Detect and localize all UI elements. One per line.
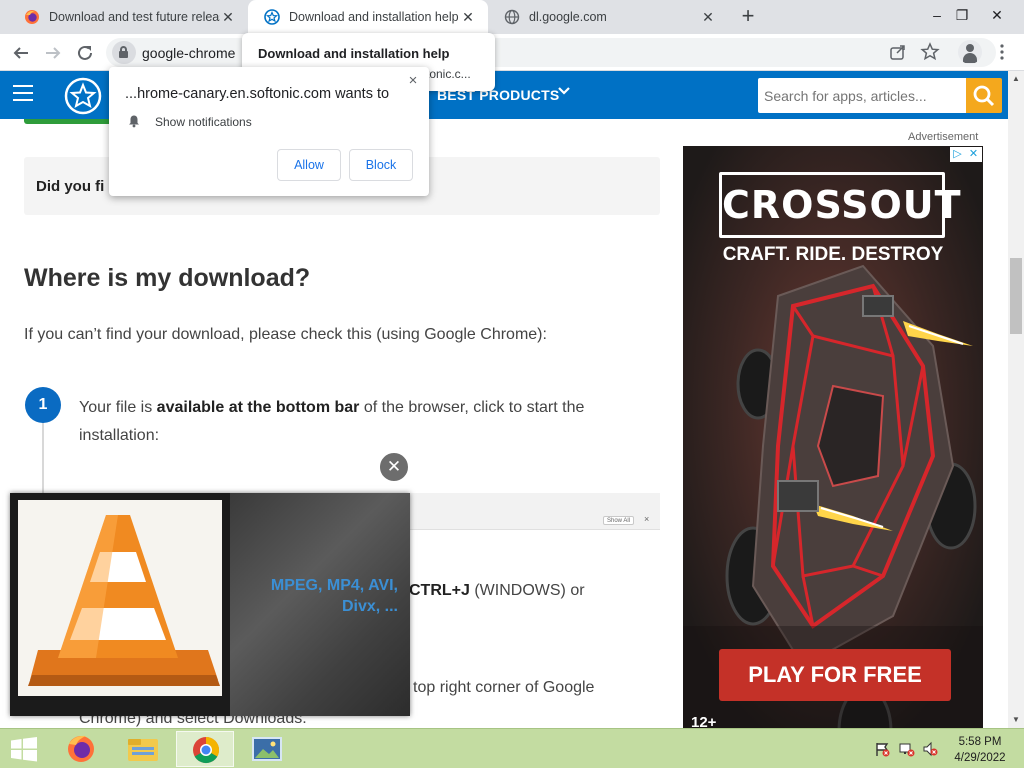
site-search-input[interactable] <box>758 78 966 113</box>
share-icon[interactable] <box>887 41 909 63</box>
maximize-button[interactable]: ❐ <box>945 0 979 34</box>
menu-location-text: top right corner of Google <box>413 679 595 696</box>
scrollbar-thumb[interactable] <box>1010 258 1022 334</box>
taskbar-chrome[interactable] <box>176 731 234 767</box>
tab-title: dl.google.com <box>529 10 607 24</box>
intro-paragraph: If you can’t find your download, please … <box>24 326 547 343</box>
taskbar-file-explorer[interactable] <box>114 731 172 767</box>
permission-text: Show notifications <box>155 115 252 129</box>
more-menu-icon[interactable] <box>991 41 1013 63</box>
hover-card-domain: tonic.c... <box>426 67 471 81</box>
lock-icon[interactable] <box>112 41 136 64</box>
download-bar-illustration: Show All × <box>408 493 660 530</box>
close-icon: × <box>644 514 650 524</box>
close-window-button[interactable]: ✕ <box>980 0 1014 34</box>
allow-button[interactable]: Allow <box>277 149 341 181</box>
softonic-icon <box>264 9 280 25</box>
tab-dl-google[interactable]: dl.google.com ✕ <box>488 0 728 34</box>
search-icon <box>973 85 995 107</box>
block-button[interactable]: Block <box>349 149 413 181</box>
address-bar[interactable]: google-chrome <box>106 38 996 67</box>
adchoices-badge[interactable]: ▷ ✕ <box>950 147 982 162</box>
search-button[interactable] <box>966 78 1002 113</box>
tab-download-help[interactable]: Download and installation help ✕ <box>248 0 488 34</box>
vlc-cone-image <box>18 500 222 696</box>
step-number-badge: 1 <box>25 387 61 423</box>
scroll-up-arrow-icon[interactable]: ▲ <box>1008 71 1024 87</box>
chevron-down-icon[interactable] <box>556 83 572 99</box>
tab-close-icon[interactable]: ✕ <box>220 9 236 25</box>
bell-icon <box>127 114 141 128</box>
windows-start-icon[interactable] <box>10 737 38 762</box>
show-all-button: Show All <box>603 516 635 525</box>
network-icon[interactable] <box>899 741 915 757</box>
system-clock[interactable]: 5:58 PM 4/29/2022 <box>950 734 1010 766</box>
ad-tagline: CRAFT. RIDE. DESTROY <box>722 244 944 265</box>
new-tab-button[interactable]: + <box>736 5 760 29</box>
profile-avatar-icon[interactable] <box>958 40 982 64</box>
crossout-logo: CROSSOUT <box>719 172 961 238</box>
globe-icon <box>504 9 520 25</box>
tab-strip: Download and test future releases ✕ Down… <box>0 0 1024 34</box>
ad-close-icon[interactable]: ✕ <box>966 147 981 162</box>
adchoices-icon[interactable]: ▷ <box>950 147 965 162</box>
back-arrow-icon[interactable] <box>8 40 34 66</box>
taskbar-firefox[interactable] <box>52 731 110 767</box>
prompt-title: ...hrome-canary.en.softonic.com wants to <box>125 86 390 102</box>
hover-card-title: Download and installation help <box>258 46 450 61</box>
did-you-find-text: Did you fi <box>36 178 105 195</box>
action-center-flag-icon[interactable] <box>875 741 891 757</box>
step-1-text: Your file is available at the bottom bar… <box>79 399 585 444</box>
tab-close-icon[interactable]: ✕ <box>700 9 716 25</box>
firefox-icon <box>68 735 94 762</box>
reload-icon[interactable] <box>72 40 98 66</box>
taskbar-photo-viewer[interactable] <box>238 731 296 767</box>
shortcut-text: CTRL+J (WINDOWS) or <box>409 582 585 599</box>
video-overlay-text: MPEG, MP4, AVI, Divx, ... <box>270 577 398 615</box>
forward-arrow-icon[interactable] <box>40 40 66 66</box>
firefox-icon <box>24 9 40 25</box>
clock-time: 5:58 PM <box>958 736 1002 748</box>
scroll-down-arrow-icon[interactable]: ▼ <box>1008 712 1024 728</box>
page-heading: Where is my download? <box>24 264 311 292</box>
play-for-free-button[interactable]: PLAY FOR FREE <box>719 649 951 701</box>
tab-firefox-releases[interactable]: Download and test future releases ✕ <box>8 0 248 34</box>
windows-taskbar: 5:58 PM 4/29/2022 <box>0 728 1024 768</box>
vlc-cone-icon <box>18 500 222 696</box>
clock-date: 4/29/2022 <box>954 752 1006 764</box>
browser-toolbar: google-chrome <box>0 34 1024 71</box>
video-formats-frame: MPEG, MP4, AVI, Divx, ... <box>230 493 410 716</box>
bookmark-star-icon[interactable] <box>919 41 941 63</box>
crossout-ad[interactable]: ▷ ✕ CROSSOUT CRAFT. RIDE. DESTROY PLAY F… <box>683 146 983 730</box>
step-connector-line <box>42 420 44 500</box>
photo-viewer-icon <box>252 737 282 761</box>
tab-title: Download and installation help <box>289 10 459 24</box>
page-scrollbar[interactable]: ▲ ▼ <box>1008 71 1024 728</box>
softonic-logo[interactable] <box>64 77 102 115</box>
advertisement-label: Advertisement <box>908 131 979 143</box>
folder-icon <box>128 739 158 761</box>
close-video-button[interactable]: ✕ <box>378 451 410 483</box>
download-button-edge[interactable] <box>24 119 114 124</box>
hamburger-menu-icon[interactable] <box>13 85 33 103</box>
tab-close-icon[interactable]: ✕ <box>460 9 476 25</box>
notification-permission-prompt: ...hrome-canary.en.softonic.com wants to… <box>109 67 429 196</box>
chrome-icon <box>193 736 220 764</box>
url-text: google-chrome <box>142 45 236 61</box>
prompt-close-icon[interactable]: × <box>405 73 421 89</box>
floating-video-player[interactable]: MPEG, MP4, AVI, Divx, ... <box>10 493 410 716</box>
volume-muted-icon[interactable] <box>922 741 938 757</box>
tab-title: Download and test future releases <box>49 10 220 24</box>
